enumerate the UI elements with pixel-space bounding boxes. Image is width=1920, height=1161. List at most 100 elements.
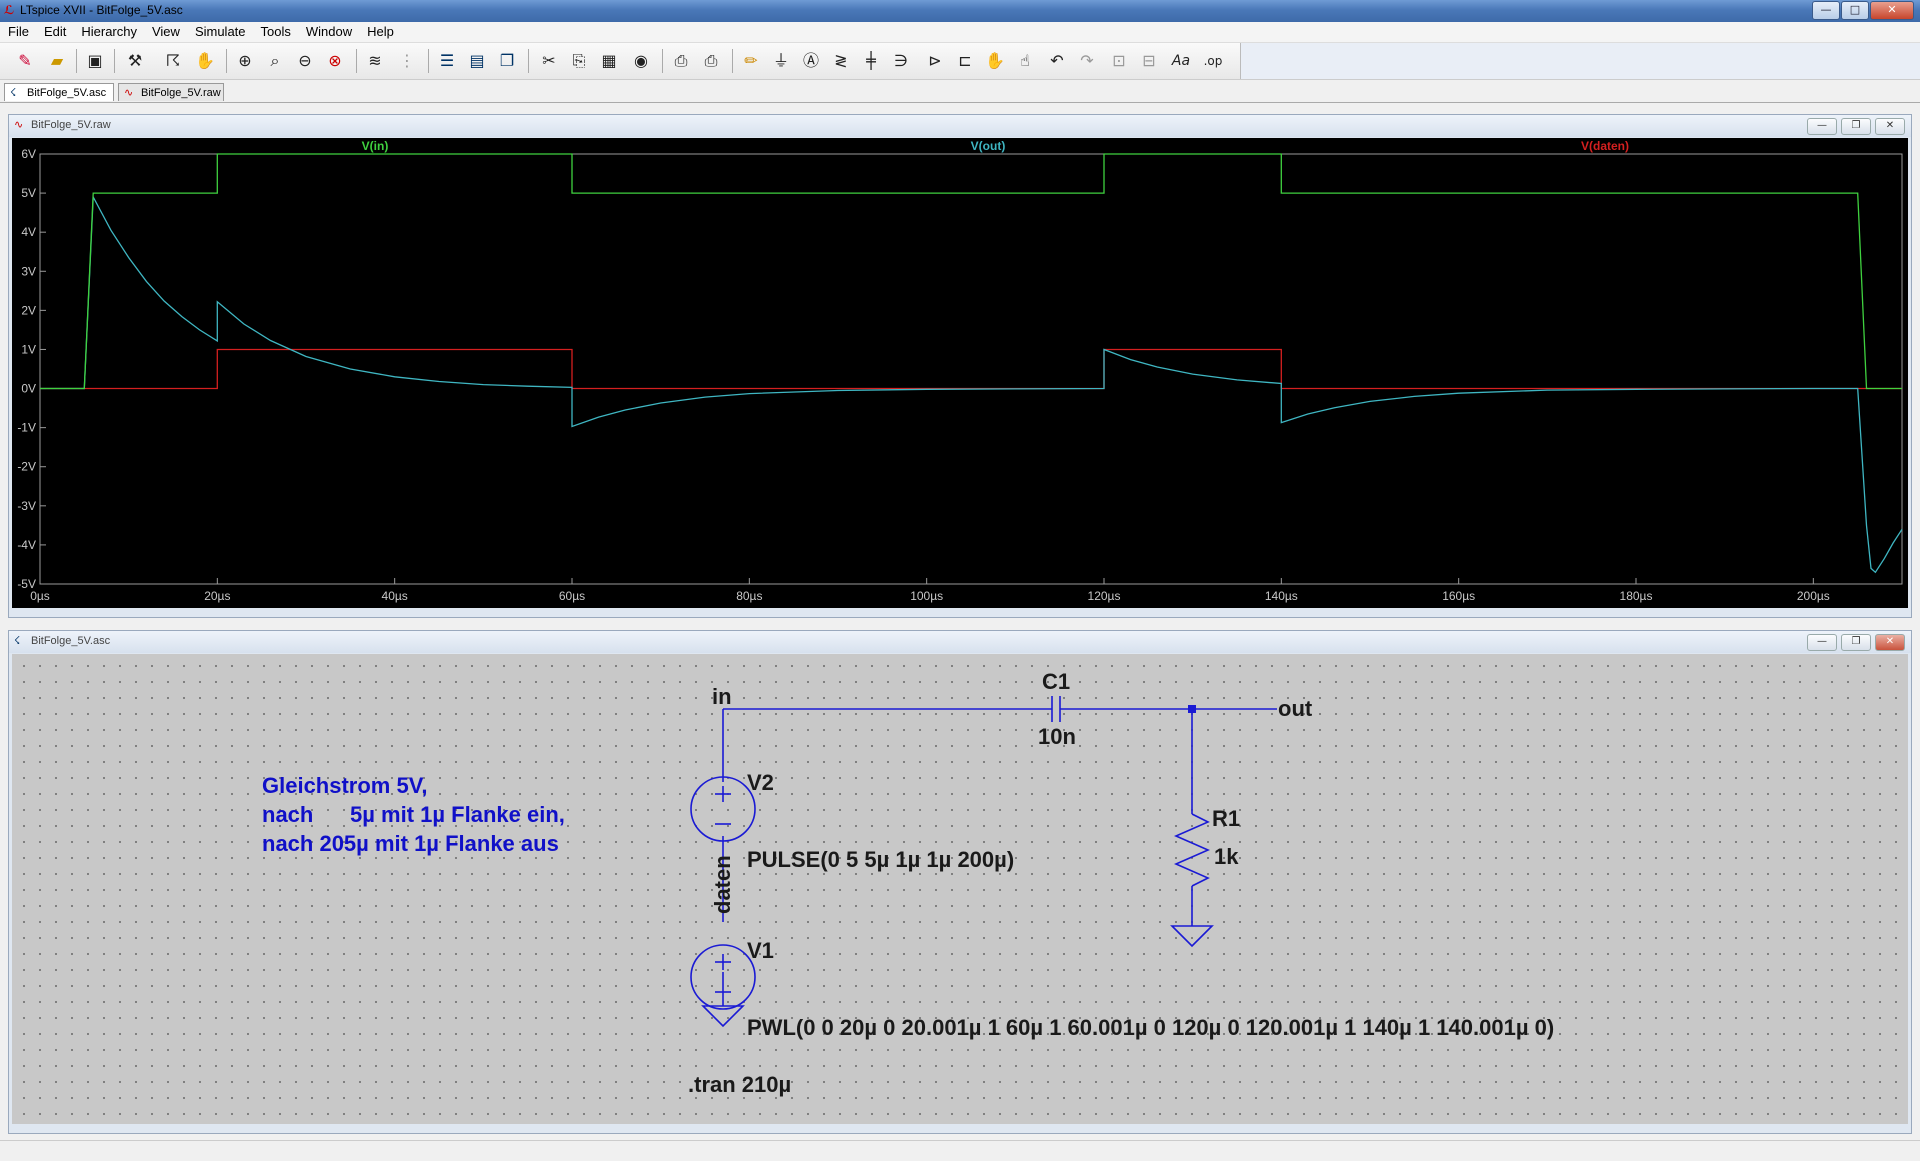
r1-resistor-symbol[interactable] [1174, 813, 1210, 887]
menu-file[interactable]: File [0, 22, 36, 39]
print-icon[interactable]: ⎙ [700, 50, 722, 72]
open-icon[interactable]: ▰ [46, 50, 68, 72]
save-icon[interactable]: ▣ [84, 50, 106, 72]
tile-horizontal-icon[interactable]: ☰ [436, 50, 458, 72]
waveform-close-button[interactable]: ✕ [1875, 118, 1905, 135]
v1-value[interactable]: PWL(0 0 20µ 0 20.001µ 1 60µ 1 60.001µ 0 … [747, 1015, 1554, 1040]
inductor-icon[interactable]: ∋ [890, 50, 912, 72]
maximize-button[interactable]: □ [1841, 1, 1869, 20]
resistor-icon[interactable]: ≷ [830, 50, 852, 72]
y-tick-label: 3V [21, 264, 36, 278]
tab-waveform-label: BitFolge_5V.raw [141, 87, 221, 99]
schematic-minimize-button[interactable]: — [1807, 634, 1837, 651]
trace-vin[interactable] [40, 153, 1902, 390]
paste-icon[interactable]: ▦ [598, 50, 620, 72]
waveform-window: ∿ BitFolge_5V.raw — ❐ ✕ 6V 5V 4V 3V 2V 1V 0V -1… [8, 114, 1912, 618]
schematic-drawing: in out daten C1 10n R1 1k V2 PULSE(0 5 5… [262, 669, 1554, 1097]
label-icon[interactable]: Ⓐ [800, 50, 822, 72]
minimize-button[interactable]: — [1812, 1, 1840, 20]
halt-icon[interactable]: ✋ [194, 50, 216, 72]
x-tick-label: 20µs [204, 589, 230, 603]
r1-value[interactable]: 1k [1214, 844, 1239, 869]
y-tick-label: -3V [17, 499, 36, 513]
text-icon[interactable]: Aa [1170, 50, 1192, 72]
zoom-in-icon[interactable]: ⊕ [234, 50, 256, 72]
y-tick-label: 5V [21, 186, 36, 200]
tab-schematic[interactable]: ☇ BitFolge_5V.asc [4, 83, 114, 101]
autorange-icon[interactable]: ≋ [364, 50, 386, 72]
waveform-icon: ∿ [124, 86, 134, 99]
comment-line-3[interactable]: nach 205µ mit 1µ Flanke aus [262, 831, 559, 856]
tile-vertical-icon[interactable]: ▤ [466, 50, 488, 72]
wire-icon[interactable]: ✏ [740, 50, 762, 72]
r1-name[interactable]: R1 [1212, 806, 1240, 831]
menu-edit[interactable]: Edit [36, 22, 73, 39]
menu-simulate[interactable]: Simulate [187, 22, 253, 39]
run-icon[interactable]: ☈ [162, 50, 184, 72]
ground-icon[interactable]: ⏚ [770, 50, 792, 72]
comment-line-1[interactable]: Gleichstrom 5V, [262, 773, 427, 798]
menu-tools[interactable]: Tools [253, 22, 298, 39]
tab-bar: ☇ BitFolge_5V.asc ∿ BitFolge_5V.raw [0, 80, 1920, 103]
rotate-icon[interactable]: ⊡ [1108, 50, 1130, 72]
print-setup-icon[interactable]: ⎙ [670, 50, 692, 72]
menu-hierarchy[interactable]: Hierarchy [73, 22, 144, 39]
component-icon[interactable]: ⊏ [954, 50, 976, 72]
waveform-plot[interactable]: 6V 5V 4V 3V 2V 1V 0V -1V -2V -3V -4V -5V 0µs 20µs 40µs… [12, 138, 1908, 608]
x-tick-label: 160µs [1442, 589, 1475, 603]
legend-vout[interactable]: V(out) [971, 139, 1006, 153]
schematic-canvas[interactable]: in out daten C1 10n R1 1k V2 PULSE(0 5 5… [12, 654, 1908, 1124]
menu-window[interactable]: Window [298, 22, 359, 39]
trace-vout[interactable] [40, 194, 1903, 574]
tran-directive[interactable]: .tran 210µ [688, 1072, 791, 1097]
move-icon[interactable]: ✋ [984, 50, 1006, 72]
trace-vdaten[interactable] [40, 348, 1902, 390]
control-panel-icon[interactable]: ⚒ [124, 50, 146, 72]
menu-help[interactable]: Help [359, 22, 401, 39]
plot-frame [39, 153, 1903, 585]
x-tick-label: 100µs [910, 589, 943, 603]
cut-icon[interactable]: ✂ [538, 50, 560, 72]
v2-value[interactable]: PULSE(0 5 5µ 1µ 1µ 200µ) [747, 847, 1014, 872]
redo-icon[interactable]: ↷ [1076, 50, 1098, 72]
waveform-restore-button[interactable]: ❐ [1841, 118, 1871, 135]
zoom-pan-icon[interactable]: ⌕ [264, 50, 286, 72]
v2-name[interactable]: V2 [747, 770, 774, 795]
diode-icon[interactable]: ⊳ [924, 50, 946, 72]
ground-symbol-r1[interactable] [1170, 925, 1214, 948]
cascade-icon[interactable]: ❐ [496, 50, 518, 72]
waveform-minimize-button[interactable]: — [1807, 118, 1837, 135]
new-schematic-icon[interactable]: ✎ [14, 50, 36, 72]
y-tick-label: -2V [17, 460, 36, 474]
net-label-daten[interactable]: daten [710, 855, 735, 914]
net-label-out[interactable]: out [1278, 696, 1313, 721]
copy-icon[interactable]: ⎘ [568, 50, 590, 72]
close-button[interactable]: ✕ [1870, 1, 1914, 20]
net-label-in[interactable]: in [712, 684, 732, 709]
waveform-window-titlebar: ∿ BitFolge_5V.raw — ❐ ✕ [9, 115, 1911, 137]
legend-vdaten[interactable]: V(daten) [1581, 139, 1629, 153]
comment-line-2[interactable]: nach 5µ mit 1µ Flanke ein, [262, 802, 565, 827]
capacitor-icon[interactable]: ╪ [860, 50, 882, 72]
schematic-close-button[interactable]: ✕ [1875, 634, 1905, 651]
schematic-restore-button[interactable]: ❐ [1841, 634, 1871, 651]
toolbar: ✎ ▰ ▣ ⚒ ☈ ✋ ⊕ ⌕ ⊖ ⊗ ≋ ⋮ ☰ ▤ ❐ ✂ ⎘ ▦ ◉ ⎙ … [0, 43, 1920, 80]
zoom-out-icon[interactable]: ⊖ [294, 50, 316, 72]
tab-waveform[interactable]: ∿ BitFolge_5V.raw [118, 83, 224, 101]
drag-icon[interactable]: ☝ [1014, 50, 1036, 72]
y-tick-label: -4V [17, 538, 36, 552]
mirror-icon[interactable]: ⊟ [1138, 50, 1160, 72]
v1-name[interactable]: V1 [747, 938, 774, 963]
zoom-fit-icon[interactable]: ⊗ [324, 50, 346, 72]
schematic-window: ☇ BitFolge_5V.asc — ❐ ✕ in out daten C1 … [8, 630, 1912, 1134]
c1-name[interactable]: C1 [1042, 669, 1070, 694]
plot-settings-icon[interactable]: ⋮ [396, 50, 418, 72]
x-tick-label: 120µs [1088, 589, 1121, 603]
spice-directive-icon[interactable]: .op [1202, 50, 1224, 72]
undo-icon[interactable]: ↶ [1046, 50, 1068, 72]
window-title: LTspice XVII - BitFolge_5V.asc [20, 3, 183, 17]
menu-view[interactable]: View [144, 22, 187, 39]
c1-value[interactable]: 10n [1038, 724, 1076, 749]
find-icon[interactable]: ◉ [630, 50, 652, 72]
legend-vin[interactable]: V(in) [362, 139, 389, 153]
